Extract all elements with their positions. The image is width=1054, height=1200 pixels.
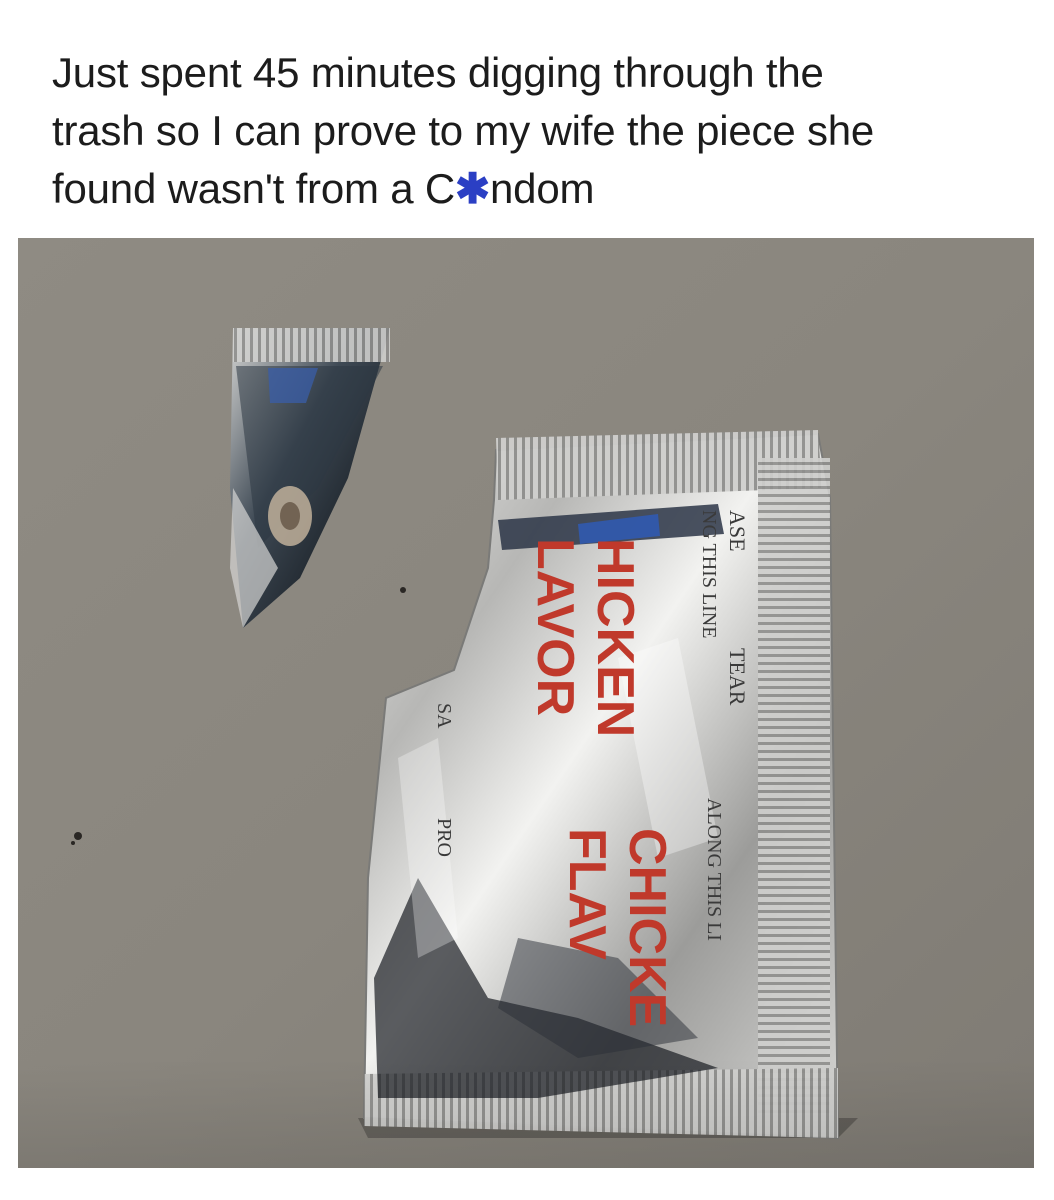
packet-text-brand-1: HICKEN	[586, 538, 644, 737]
packet-text-tear-4: ALONG THIS LI	[703, 798, 725, 941]
packet-text-brand-3: CHICKE	[618, 828, 676, 1027]
meme-post: Just spent 45 minutes digging through th…	[0, 0, 1054, 1200]
packet-text-origin: SA	[433, 703, 455, 729]
caption-line-1: Just spent 45 minutes digging through th…	[52, 49, 824, 96]
packet-text-tear-1: ASE	[725, 510, 750, 552]
caption-line-3-end: ndom	[490, 165, 595, 212]
packet-text-product: PRO	[433, 818, 455, 857]
photo-illustration: HICKEN LAVOR CHICKE FLAV ASE TEAR NG THI…	[18, 238, 1034, 1168]
caption-line-3: found wasn't from a C✱ndom	[52, 160, 1012, 218]
packet-text-brand-2: LAVOR	[526, 538, 584, 716]
photo-torn-packet: HICKEN LAVOR CHICKE FLAV ASE TEAR NG THI…	[18, 238, 1034, 1168]
post-caption: Just spent 45 minutes digging through th…	[52, 44, 1012, 218]
caption-line-2: trash so I can prove to my wife the piec…	[52, 107, 875, 154]
packet-text-brand-4: FLAV	[558, 828, 616, 960]
packet-text-tear-2: TEAR	[725, 648, 750, 706]
packet-text-tear-3: NG THIS LINE	[698, 510, 720, 639]
censor-asterisk-icon: ✱	[455, 165, 491, 212]
caption-line-3-start: found wasn't from a C	[52, 165, 456, 212]
